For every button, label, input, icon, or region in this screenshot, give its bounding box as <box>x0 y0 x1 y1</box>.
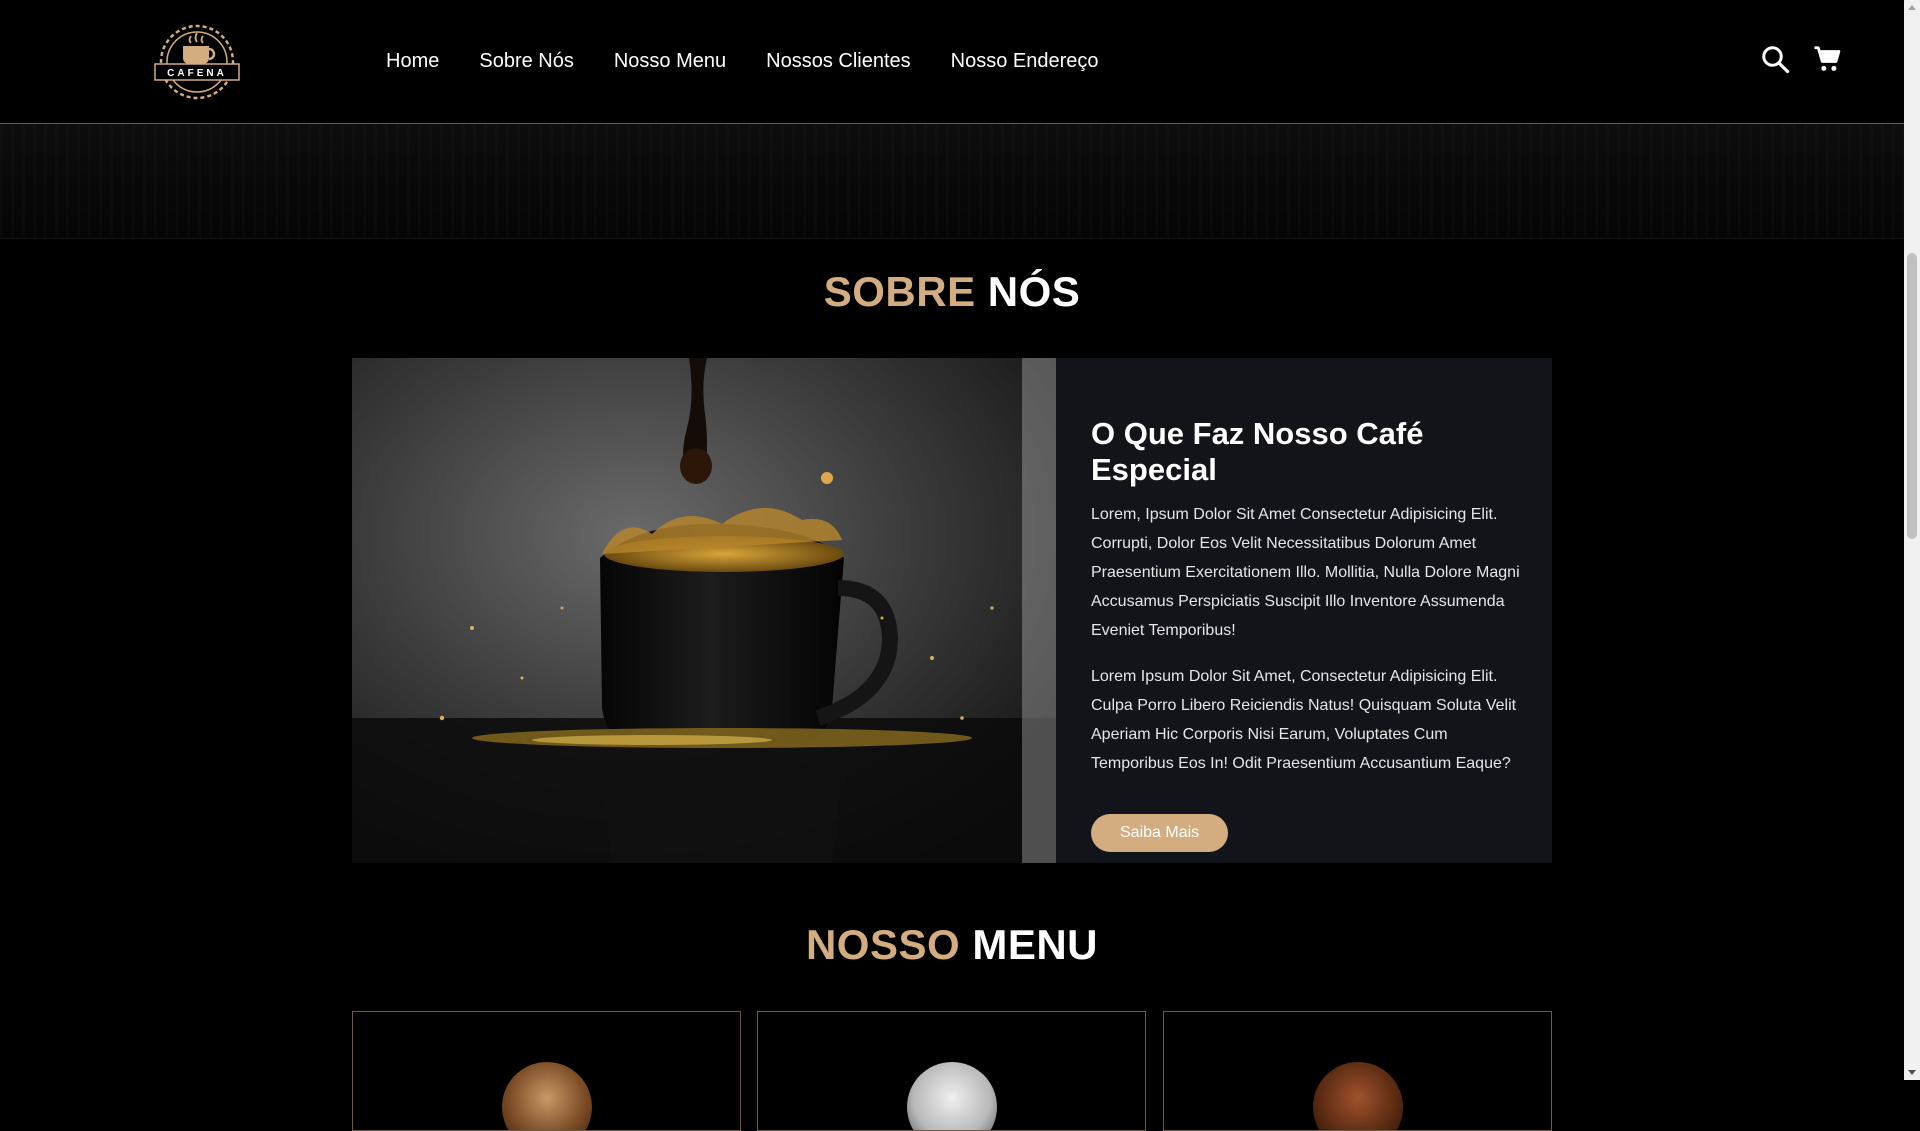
about-heading-main: NÓS <box>987 268 1081 315</box>
logo-text: CAFENA <box>167 68 227 79</box>
saiba-mais-button[interactable]: Saiba Mais <box>1091 814 1229 852</box>
shopping-cart-icon[interactable] <box>1812 44 1842 74</box>
site-header: CAFENA Home Sobre Nós Nosso Menu Nossos … <box>0 0 1904 124</box>
nav-link-home[interactable]: Home <box>386 50 439 73</box>
page-scrollbar[interactable] <box>1904 0 1920 1080</box>
menu-cards <box>352 1011 1552 1131</box>
about-section: O Que Faz Nosso Café Especial Lorem, Ips… <box>352 358 1552 863</box>
logo-emblem: CAFENA <box>154 24 240 100</box>
coffee-cup-thumbnail <box>501 1062 592 1130</box>
nav-link-nosso-endereco[interactable]: Nosso Endereço <box>951 50 1099 73</box>
scrollbar-thumb[interactable] <box>1907 253 1917 539</box>
nav-link-nossos-clientes[interactable]: Nossos Clientes <box>766 50 911 73</box>
about-heading-accent: SOBRE <box>823 268 976 315</box>
about-heading: SOBRE NÓS <box>0 268 1904 316</box>
menu-card[interactable] <box>757 1011 1146 1131</box>
coffee-cup-image <box>352 358 1056 863</box>
coffee-cup-thumbnail <box>1312 1062 1403 1130</box>
main-nav: Home Sobre Nós Nosso Menu Nossos Cliente… <box>386 0 1099 123</box>
about-paragraph-1: Lorem, Ipsum Dolor Sit Amet Consectetur … <box>1091 506 1520 639</box>
about-title: O Que Faz Nosso Café Especial <box>1091 416 1424 487</box>
nav-link-nosso-menu[interactable]: Nosso Menu <box>614 50 726 73</box>
cafena-logo[interactable]: CAFENA <box>147 20 247 104</box>
search-icon[interactable] <box>1760 44 1790 74</box>
coffee-cup-thumbnail <box>906 1062 997 1130</box>
header-actions <box>1760 44 1842 74</box>
about-paragraph-2: Lorem Ipsum Dolor Sit Amet, Consectetur … <box>1091 668 1517 772</box>
menu-heading: NOSSO MENU <box>0 921 1904 969</box>
menu-heading-accent: NOSSO <box>805 921 961 968</box>
hero-image-strip <box>0 124 1904 239</box>
menu-card[interactable] <box>1163 1011 1552 1131</box>
scroll-up-arrow-icon[interactable] <box>1908 5 1916 10</box>
nav-link-sobre-nos[interactable]: Sobre Nós <box>479 50 574 73</box>
about-content: O Que Faz Nosso Café Especial Lorem, Ips… <box>1056 358 1552 863</box>
scroll-down-arrow-icon[interactable] <box>1908 1070 1916 1075</box>
menu-heading-main: MENU <box>972 921 1099 968</box>
menu-card[interactable] <box>352 1011 741 1131</box>
